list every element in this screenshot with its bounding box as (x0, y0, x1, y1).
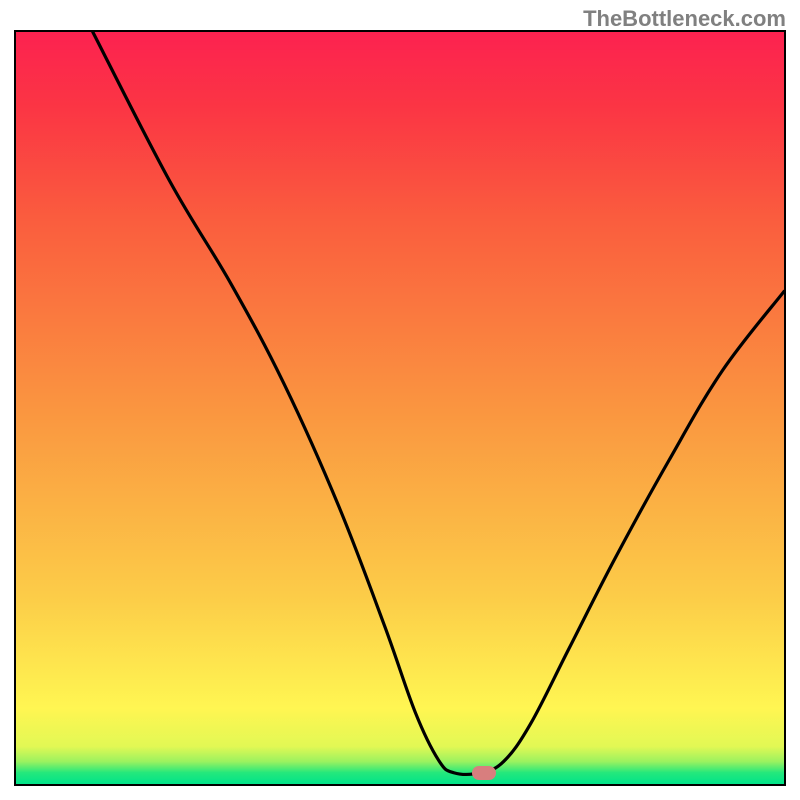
optimal-marker (472, 766, 496, 780)
chart-container: TheBottleneck.com (0, 0, 800, 800)
watermark-text: TheBottleneck.com (583, 6, 786, 32)
plot-frame (14, 30, 786, 786)
bottleneck-curve (16, 32, 784, 784)
plot-area (16, 32, 784, 784)
